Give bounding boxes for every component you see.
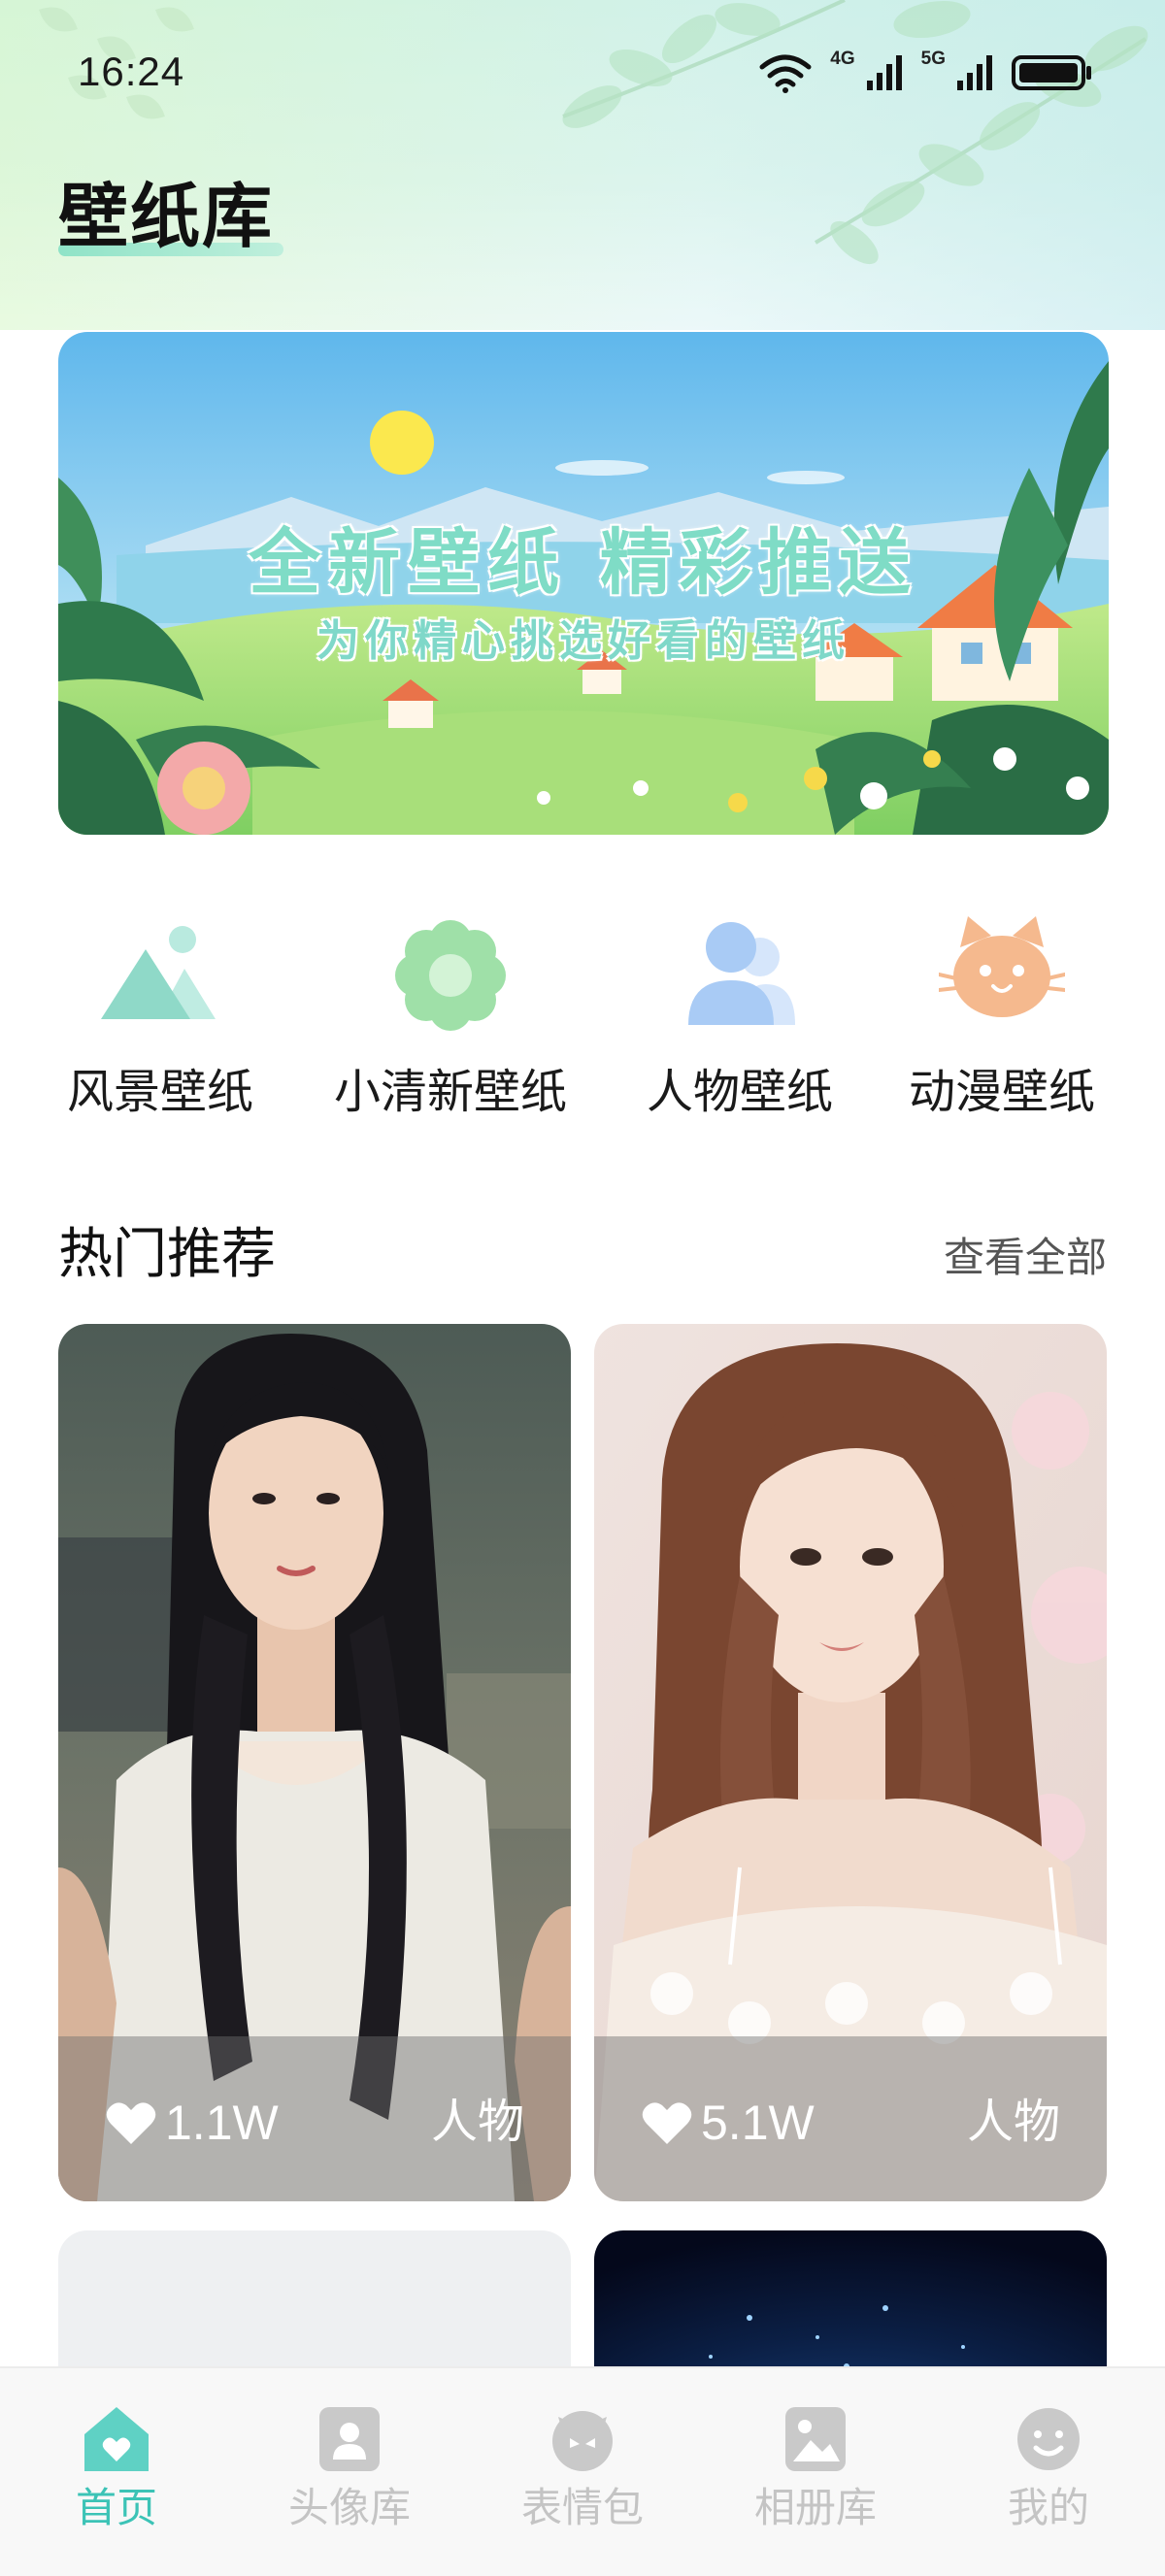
flower-icon	[395, 920, 506, 1031]
section-title-hot: 热门推荐	[58, 1223, 276, 1286]
signal-icon	[866, 55, 902, 90]
people-icon	[688, 922, 795, 1025]
tab-label: 首页	[75, 2484, 157, 2531]
wallpaper-card[interactable]: 5.1W 人物	[594, 1324, 1107, 2201]
mountain-icon	[101, 926, 216, 1019]
network-label-5g: 5G	[920, 49, 946, 69]
tab-label: 表情包	[520, 2484, 644, 2531]
tab-home[interactable]: 首页	[0, 2405, 233, 2551]
category-people[interactable]: 人物壁纸	[614, 912, 866, 1136]
likes-value: 1.1W	[165, 2096, 279, 2150]
category-scenery[interactable]: 风景壁纸	[34, 912, 286, 1136]
card-tag: 人物	[430, 2095, 524, 2149]
page-title: 壁纸库	[58, 176, 275, 257]
tab-album-library[interactable]: 相册库	[699, 2405, 932, 2551]
cat-icon	[939, 916, 1065, 1017]
tab-label: 头像库	[287, 2484, 411, 2531]
profile-icon	[1017, 2408, 1080, 2470]
view-all-link[interactable]: 查看全部	[944, 1231, 1107, 1285]
network-label-4g: 4G	[830, 49, 855, 69]
category-fresh[interactable]: 小清新壁纸	[324, 912, 577, 1136]
bottom-tab-bar: 首页 头像库 表情包 相册库 我的	[0, 2366, 1165, 2576]
status-time: 16:24	[78, 49, 185, 94]
promo-banner[interactable]: 全新壁纸 精彩推送 为你精心挑选好看的壁纸	[58, 332, 1109, 835]
album-icon	[785, 2407, 846, 2471]
signal-icon	[957, 55, 992, 90]
wifi-icon	[759, 54, 812, 93]
category-anime[interactable]: 动漫壁纸	[876, 912, 1128, 1136]
category-label: 小清新壁纸	[333, 1065, 567, 1119]
status-icons: 4G 5G	[758, 49, 1093, 97]
wallpaper-card[interactable]: 1.1W 人物	[58, 1324, 571, 2201]
card-tag: 人物	[966, 2095, 1060, 2149]
tab-avatar-library[interactable]: 头像库	[233, 2405, 466, 2551]
category-label: 动漫壁纸	[908, 1065, 1095, 1119]
home-icon	[84, 2407, 149, 2471]
heart-icon	[106, 2102, 156, 2144]
tab-profile[interactable]: 我的	[932, 2405, 1165, 2551]
likes-count: 1.1W	[105, 2095, 279, 2151]
battery-icon	[1012, 55, 1091, 90]
tab-label: 相册库	[753, 2484, 877, 2531]
avatar-icon	[319, 2407, 380, 2471]
banner-title: 全新壁纸 精彩推送	[249, 521, 918, 605]
status-bar: 16:24 4G 5G	[0, 0, 1165, 146]
category-label: 人物壁纸	[646, 1065, 833, 1119]
banner-subtitle: 为你精心挑选好看的壁纸	[316, 616, 850, 666]
likes-value: 5.1W	[701, 2096, 815, 2150]
tab-label: 我的	[1007, 2484, 1089, 2531]
category-label: 风景壁纸	[66, 1065, 253, 1119]
likes-count: 5.1W	[641, 2095, 815, 2151]
emoji-icon	[552, 2411, 613, 2471]
heart-icon	[642, 2102, 692, 2144]
tab-stickers[interactable]: 表情包	[466, 2405, 699, 2551]
